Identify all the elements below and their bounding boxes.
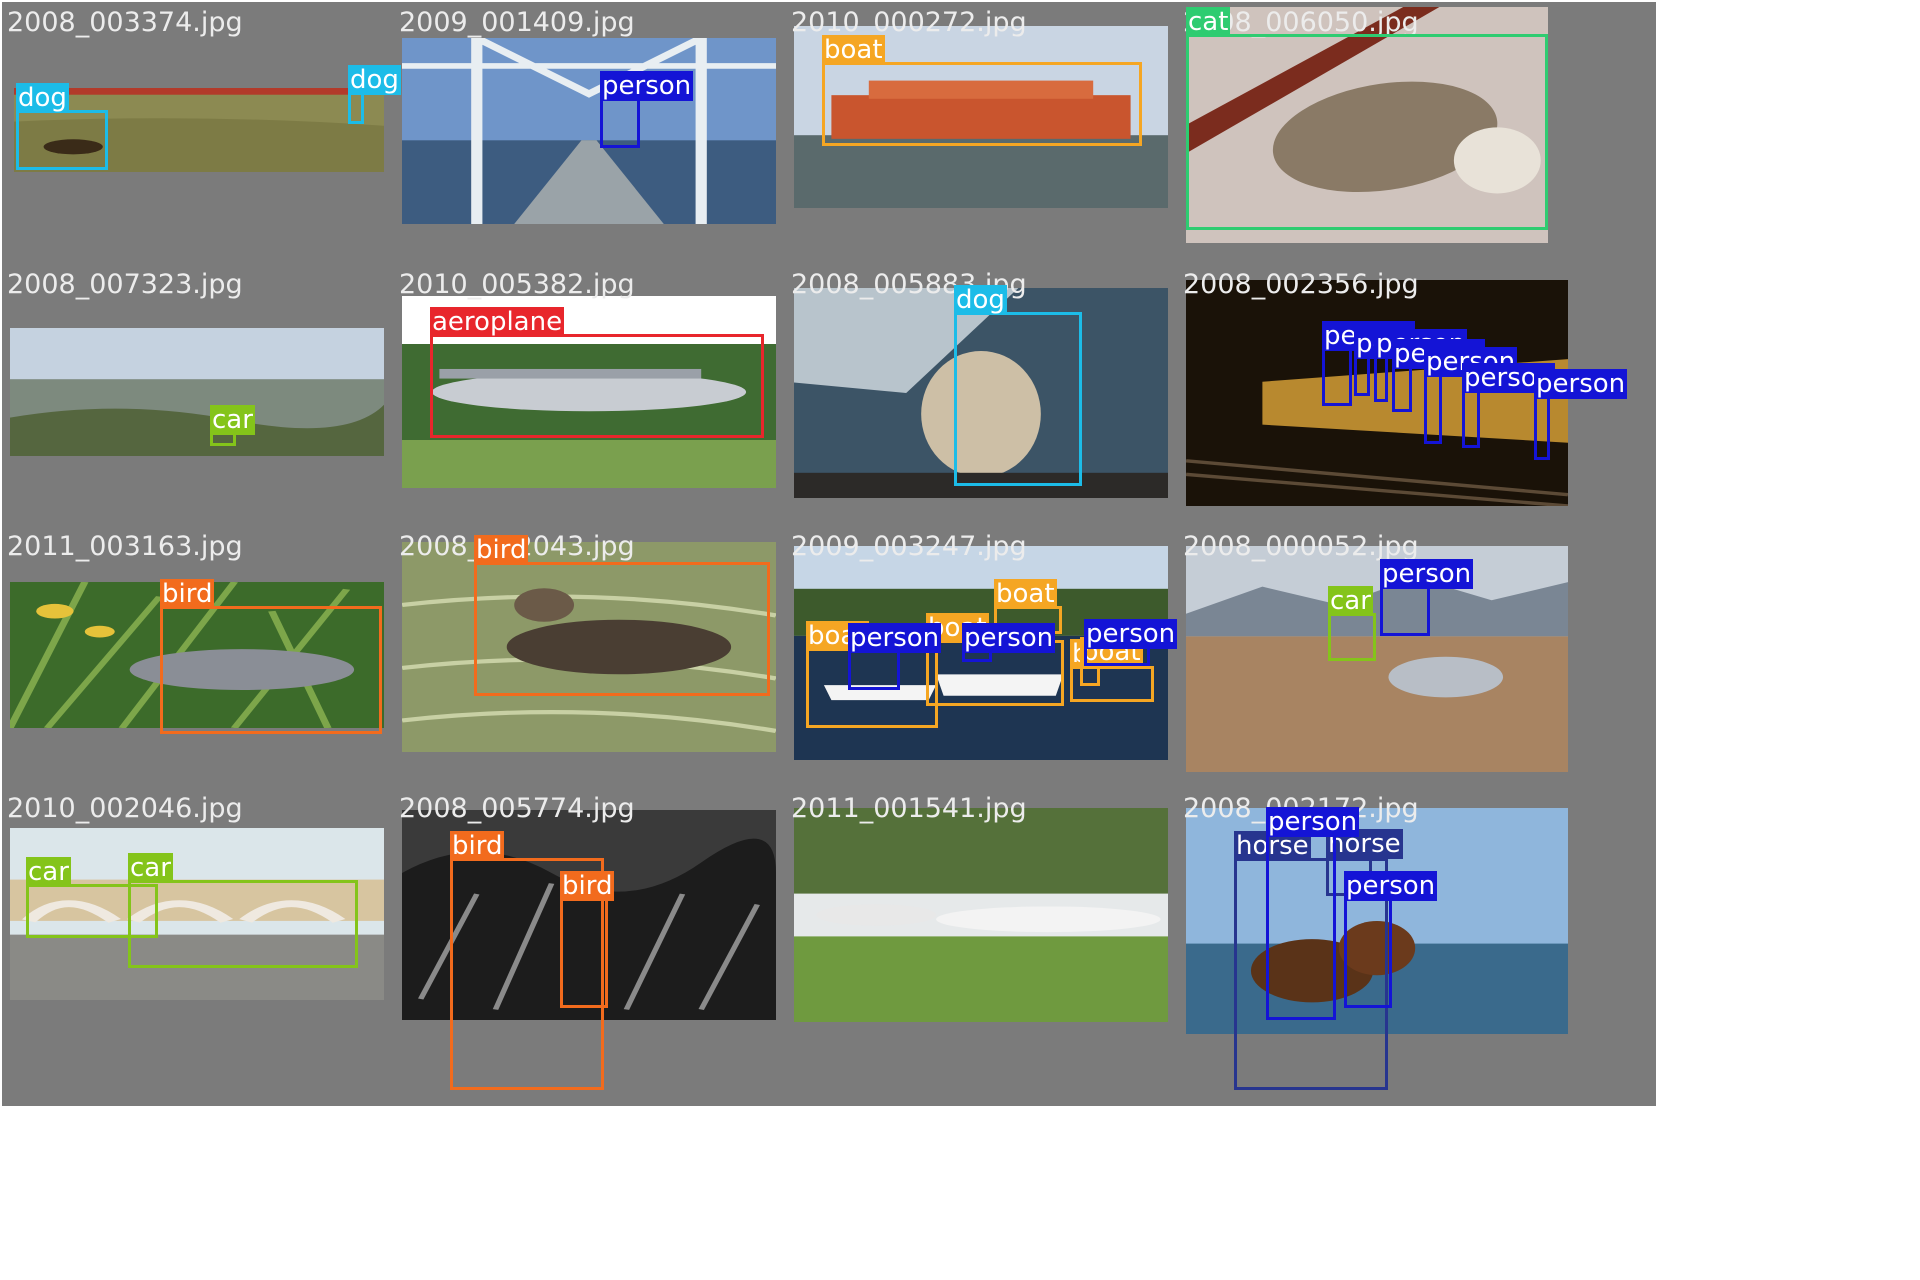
filename-label: 2011_003163.jpg [7,531,243,562]
box-label: dog [954,285,1007,315]
box-label: bird [160,579,215,609]
detection-grid: 2008_003374.jpgdog dog 2009_001409.jpgper… [0,0,1920,1280]
bounding-box: car [210,405,255,446]
bounding-box: dog [16,83,108,170]
bounding-box: aeroplane [430,307,764,438]
box-label: bird [560,871,615,901]
bounding-box: dog [348,65,401,124]
filename-label: 2008_002356.jpg [1183,269,1419,300]
bounding-box: person [1534,369,1628,460]
box-label: dog [348,65,401,95]
bounding-box: boat [822,35,1142,146]
bounding-box: bird [160,579,382,734]
filename-label: 2011_001541.jpg [791,793,1027,824]
box-label: bird [450,831,505,861]
box-label: person [962,623,1056,653]
photo-art [1186,546,1568,772]
filename-label: 2008_003374.jpg [7,7,243,38]
grid-cell: 2008_002172.jpghorsehorsepersonperson [1178,788,1656,1106]
box-label: boat [994,579,1057,609]
filename-label: 2010_005382.jpg [399,269,635,300]
photo-art [402,38,776,224]
bounding-box: car [128,853,358,968]
box-label: aeroplane [430,307,565,337]
bounding-box: person [1380,559,1474,636]
box-label: person [1380,559,1474,589]
box-label: dog [16,83,69,113]
photo-art [794,808,1168,1022]
bounding-box: person [1392,339,1486,412]
photo-art [10,328,384,456]
box-label: person [1266,807,1360,837]
bounding-box: boat [1080,637,1143,686]
bounding-box: cat [1186,7,1548,230]
bounding-box: person [1266,807,1360,1020]
box-label: person [848,623,942,653]
bounding-box: dog [954,285,1082,486]
box-label: person [600,71,694,101]
bounding-box: person [1344,871,1438,1008]
bounding-box: person [1462,363,1556,448]
box-label: person [1534,369,1628,399]
bounding-box: car [1328,586,1376,661]
filename-label: 2009_001409.jpg [399,7,635,38]
box-label: person [1344,871,1438,901]
box-label: car [26,857,71,887]
photo [402,38,776,224]
filename-label: 2008_007323.jpg [7,269,243,300]
box-label: person [1084,619,1178,649]
bounding-box: person [1424,347,1518,444]
box-label: bird [474,535,529,565]
bounding-box: person [600,71,694,148]
filename-label: 2008_005774.jpg [399,793,635,824]
photo [10,328,384,456]
box-label: cat [1186,7,1231,37]
filename-label: 2009_003247.jpg [791,531,1027,562]
box-label: car [1328,586,1373,616]
bounding-box: bird [474,535,770,696]
bounding-box: person [1354,329,1448,396]
bounding-box: person [848,623,942,690]
photo [794,808,1168,1022]
box-label: car [128,853,173,883]
bounding-box: person [1084,619,1178,666]
bounding-box: person [1374,329,1468,402]
bounding-box: person [1322,321,1416,406]
photo [1186,546,1568,772]
box-label: boat [822,35,885,65]
bounding-box: person [962,623,1056,662]
box-label: car [210,405,255,435]
filename-label: 2010_002046.jpg [7,793,243,824]
bounding-box: bird [560,871,615,1008]
